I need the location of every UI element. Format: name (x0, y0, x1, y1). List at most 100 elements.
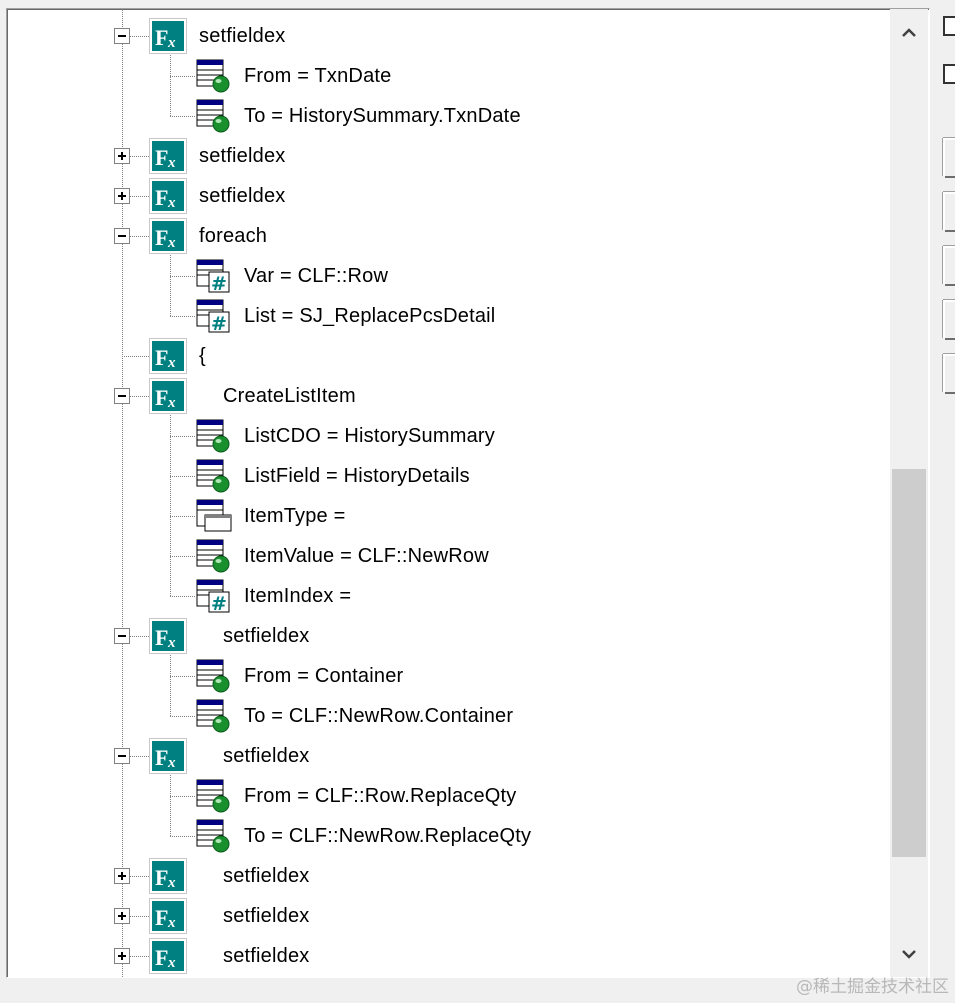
collapse-minus-icon[interactable] (114, 228, 130, 244)
table-globe-icon (195, 658, 233, 694)
svg-text:F: F (155, 865, 168, 890)
scrollbar-thumb[interactable] (892, 469, 926, 857)
edge-button-3[interactable] (943, 246, 955, 286)
tree-node-label[interactable]: ListCDO = HistorySummary (244, 423, 495, 449)
svg-text:F: F (155, 225, 168, 250)
svg-text:x: x (167, 355, 176, 371)
svg-text:F: F (155, 625, 168, 650)
tree-connector-line (170, 276, 195, 277)
tree-node-label[interactable]: To = CLF::NewRow.Container (244, 703, 513, 729)
scroll-up-arrow-icon[interactable] (890, 9, 928, 53)
tree-connector-line (170, 476, 195, 477)
tree-guide-line (170, 252, 171, 316)
tree-node-label[interactable]: ItemIndex = (244, 583, 351, 609)
tree-connector-line (170, 676, 195, 677)
svg-text:x: x (167, 915, 176, 931)
table-globe-icon (195, 418, 233, 454)
svg-text:#: # (211, 273, 227, 294)
edge-button-2[interactable] (943, 192, 955, 232)
edge-checkbox-2[interactable] (943, 64, 955, 84)
tree-node-label[interactable]: setfieldex (199, 183, 286, 209)
tree-guide-line (170, 652, 171, 716)
tree-node-label[interactable]: To = CLF::NewRow.ReplaceQty (244, 823, 531, 849)
svg-text:F: F (155, 345, 168, 370)
svg-text:F: F (155, 745, 168, 770)
svg-text:F: F (155, 185, 168, 210)
svg-text:F: F (155, 945, 168, 970)
edge-checkbox-1[interactable] (943, 16, 955, 36)
tree-connector-line (170, 116, 195, 117)
tree-node-label[interactable]: { (199, 343, 206, 369)
expand-plus-icon[interactable] (114, 148, 130, 164)
tree-node-label[interactable]: setfieldex (199, 143, 286, 169)
tree-node-label[interactable]: List = SJ_ReplacePcsDetail (244, 303, 495, 329)
svg-text:F: F (155, 145, 168, 170)
tree-connector-line (170, 516, 195, 517)
expand-plus-icon[interactable] (114, 188, 130, 204)
tree-node-label[interactable]: setfieldex (199, 23, 286, 49)
table-globe-icon (195, 538, 233, 574)
svg-text:#: # (211, 593, 227, 614)
svg-text:F: F (155, 25, 168, 50)
tree-node-label[interactable]: From = Container (244, 663, 403, 689)
expand-plus-icon[interactable] (114, 908, 130, 924)
tree-node-label[interactable]: setfieldex (223, 623, 310, 649)
tree-connector-line (170, 76, 195, 77)
tree-node-label[interactable]: From = CLF::Row.ReplaceQty (244, 783, 517, 809)
tree-node-label[interactable]: From = TxnDate (244, 63, 391, 89)
tree-node-label[interactable]: setfieldex (223, 903, 310, 929)
svg-text:x: x (167, 195, 176, 211)
function-icon: F x (149, 338, 187, 374)
tree-node-label[interactable]: ListField = HistoryDetails (244, 463, 470, 489)
tree-guide-line (170, 412, 171, 596)
tree-connector-line (170, 556, 195, 557)
scroll-down-arrow-icon[interactable] (890, 933, 928, 977)
table-globe-icon (195, 818, 233, 854)
tree-node-label[interactable]: setfieldex (223, 943, 310, 969)
collapse-minus-icon[interactable] (114, 388, 130, 404)
table-window-icon (195, 498, 233, 534)
svg-text:x: x (167, 635, 176, 651)
table-globe-icon (195, 58, 233, 94)
table-hash-icon: # (195, 298, 233, 335)
collapse-minus-icon[interactable] (114, 748, 130, 764)
tree-guide-line (170, 52, 171, 116)
function-icon: F x (149, 738, 187, 774)
tree-node-label[interactable]: To = HistorySummary.TxnDate (244, 103, 521, 129)
tree-view[interactable]: F x setfieldex From = TxnDate To = Histo… (6, 8, 930, 978)
function-icon: F x (149, 218, 187, 254)
collapse-minus-icon[interactable] (114, 28, 130, 44)
tree-node-label[interactable]: ItemValue = CLF::NewRow (244, 543, 489, 569)
function-icon: F x (149, 178, 187, 214)
svg-text:x: x (167, 955, 176, 971)
tree-connector-line (170, 836, 195, 837)
table-globe-icon (195, 778, 233, 814)
tree-guide-line (170, 772, 171, 836)
table-globe-icon (195, 458, 233, 494)
tree-connector-line (170, 316, 195, 317)
edge-button-4[interactable] (943, 300, 955, 340)
svg-text:x: x (167, 155, 176, 171)
tree-node-label[interactable]: foreach (199, 223, 267, 249)
svg-text:x: x (167, 235, 176, 251)
tree-node-label[interactable]: ItemType = (244, 503, 346, 529)
tree-node-label[interactable]: Var = CLF::Row (244, 263, 388, 289)
collapse-minus-icon[interactable] (114, 628, 130, 644)
table-globe-icon (195, 698, 233, 734)
svg-text:F: F (155, 385, 168, 410)
tree-connector-line (170, 596, 195, 597)
edge-button-1[interactable] (943, 138, 955, 178)
expand-plus-icon[interactable] (114, 868, 130, 884)
function-icon: F x (149, 138, 187, 174)
tree-node-label[interactable]: setfieldex (223, 743, 310, 769)
tree-node-label[interactable]: setfieldex (223, 863, 310, 889)
tree-connector-line (170, 436, 195, 437)
function-icon: F x (149, 618, 187, 654)
svg-text:x: x (167, 395, 176, 411)
expand-plus-icon[interactable] (114, 948, 130, 964)
vertical-scrollbar[interactable] (890, 9, 928, 977)
tree-node-label[interactable]: CreateListItem (223, 383, 356, 409)
svg-text:x: x (167, 35, 176, 51)
edge-button-5[interactable] (943, 354, 955, 394)
function-icon: F x (149, 378, 187, 414)
